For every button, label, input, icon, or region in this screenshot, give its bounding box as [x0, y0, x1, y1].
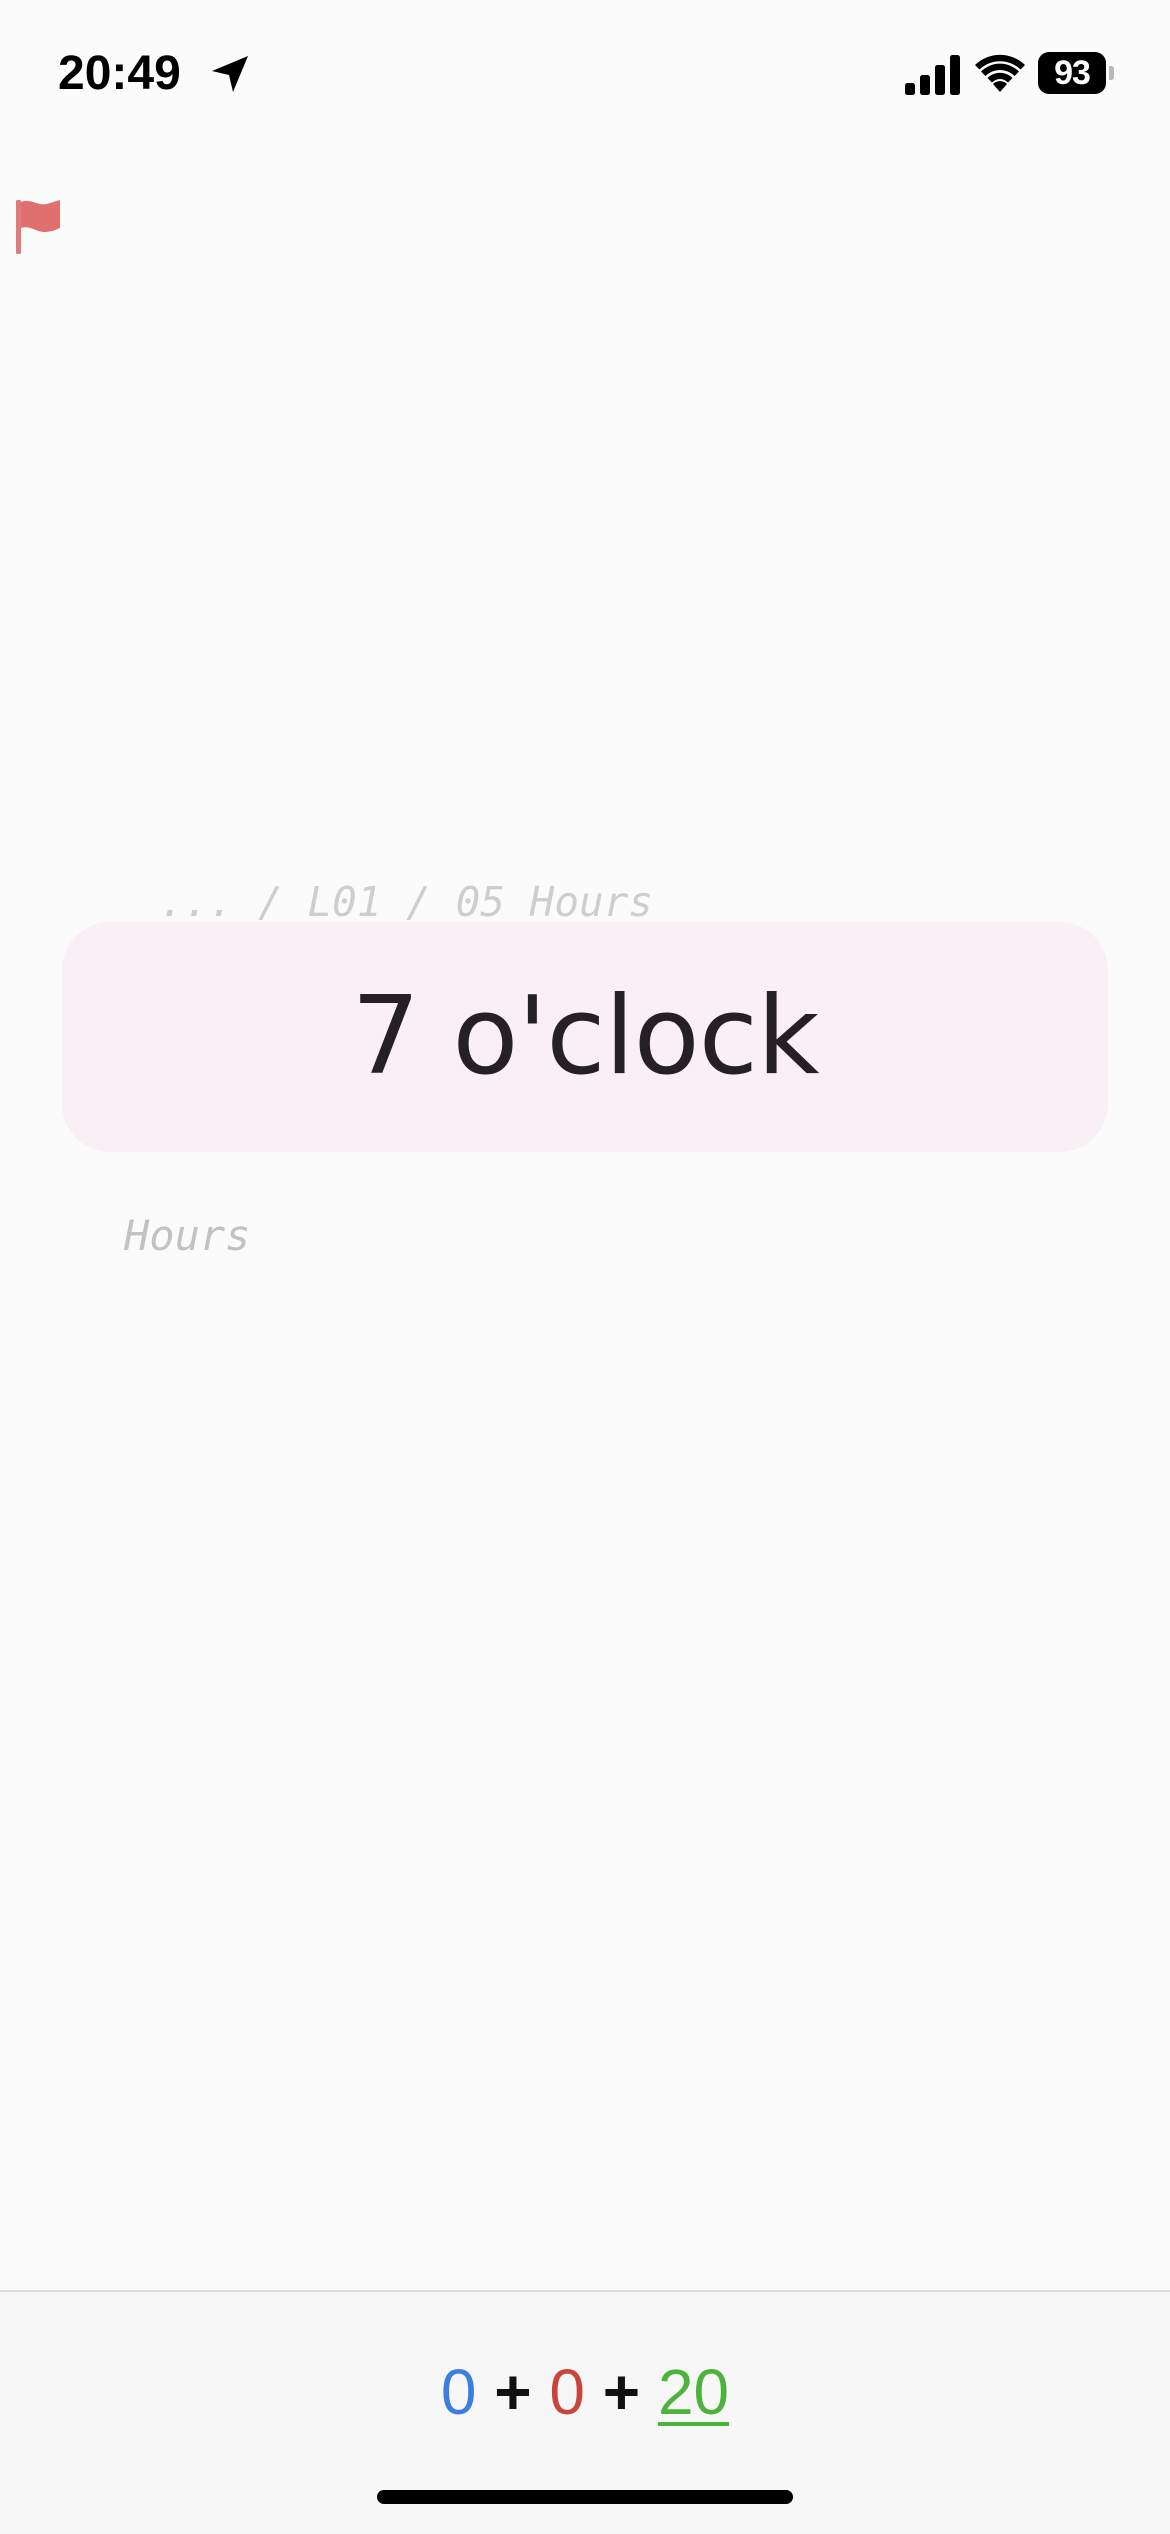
breadcrumb-separator: /: [381, 878, 456, 926]
status-time: 20:49: [58, 47, 181, 100]
battery-level: 93: [1038, 52, 1106, 94]
score-counter: 0 + 0 + 20: [0, 2354, 1170, 2430]
wifi-icon: [975, 54, 1025, 92]
breadcrumb-link-topic[interactable]: 05 Hours: [456, 878, 653, 926]
breadcrumb-link-level[interactable]: L01: [308, 878, 382, 926]
breadcrumb-separator: /: [233, 878, 308, 926]
score-correct-count[interactable]: 20: [658, 2356, 729, 2428]
breadcrumb: ... / L01 / 05 Hours: [110, 818, 653, 930]
score-plus: +: [602, 2356, 641, 2428]
score-new-count: 0: [440, 2356, 477, 2428]
category-label: Hours: [124, 1211, 251, 1260]
flashcard-text: 7 o'clock: [351, 974, 819, 1099]
battery-tip: [1109, 66, 1114, 80]
battery-icon: 93: [1038, 52, 1114, 94]
score-plus: +: [494, 2356, 532, 2428]
location-arrow-icon: [212, 56, 248, 92]
home-indicator[interactable]: [377, 2490, 793, 2504]
flag-icon[interactable]: [14, 198, 62, 256]
breadcrumb-ellipsis[interactable]: ...: [159, 878, 233, 926]
cellular-signal-icon: [905, 55, 960, 95]
status-bar: 20:49 93: [0, 0, 1170, 140]
score-wrong-count: 0: [549, 2356, 585, 2428]
flashcard[interactable]: 7 o'clock: [62, 922, 1108, 1152]
